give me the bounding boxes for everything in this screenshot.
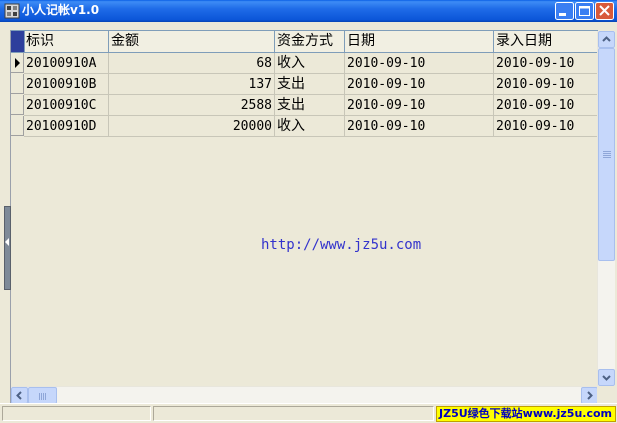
close-button[interactable] xyxy=(595,2,614,20)
minimize-button[interactable] xyxy=(555,2,574,20)
vertical-scroll-thumb[interactable] xyxy=(598,48,615,261)
grip-line xyxy=(603,155,611,156)
table-row[interactable]: 20100910A 68 收入 2010-09-10 2010-09-10 xyxy=(11,53,598,74)
cell-fund-type[interactable]: 收入 xyxy=(275,116,345,137)
site-logo-banner: JZ5U绿色下载站www.jz5u.com xyxy=(436,406,616,422)
row-indicator[interactable] xyxy=(11,74,24,94)
column-header-id[interactable]: 标识 xyxy=(24,31,109,52)
cell-date[interactable]: 2010-09-10 xyxy=(345,116,494,137)
cell-fund-type[interactable]: 收入 xyxy=(275,53,345,74)
row-indicator[interactable] xyxy=(11,95,24,115)
chevron-up-icon xyxy=(602,36,611,42)
scrollbar-corner xyxy=(597,386,614,403)
collapse-left-icon[interactable] xyxy=(5,238,9,246)
cell-entry-date[interactable]: 2010-09-10 xyxy=(494,53,598,74)
cell-amount[interactable]: 2588 xyxy=(109,95,275,116)
grid-header: 标识 金额 资金方式 日期 录入日期 xyxy=(11,31,598,53)
grip-line xyxy=(603,157,611,158)
cell-fund-type[interactable]: 支出 xyxy=(275,95,345,116)
cell-amount[interactable]: 68 xyxy=(109,53,275,74)
horizontal-scroll-thumb[interactable] xyxy=(28,387,57,404)
left-splitter[interactable] xyxy=(0,30,11,403)
status-bar: JZ5U绿色下载站www.jz5u.com xyxy=(0,403,617,423)
vertical-scrollbar[interactable] xyxy=(597,31,615,386)
cell-entry-date[interactable]: 2010-09-10 xyxy=(494,95,598,116)
chevron-right-icon xyxy=(587,391,593,400)
chevron-down-icon xyxy=(602,375,611,381)
scroll-up-button[interactable] xyxy=(598,31,615,48)
app-icon[interactable] xyxy=(4,3,20,19)
cell-date[interactable]: 2010-09-10 xyxy=(345,74,494,95)
header-indicator-cell xyxy=(11,31,25,52)
watermark-url: http://www.jz5u.com xyxy=(261,237,422,253)
row-indicator[interactable] xyxy=(11,116,24,136)
chevron-left-icon xyxy=(16,391,22,400)
grip-line xyxy=(41,393,42,400)
cell-id[interactable]: 20100910C xyxy=(24,95,109,116)
scroll-left-button[interactable] xyxy=(11,387,28,404)
cell-fund-type[interactable]: 支出 xyxy=(275,74,345,95)
window-title: 小人记帐v1.0 xyxy=(22,3,100,17)
row-indicator[interactable] xyxy=(11,53,24,73)
current-row-arrow-icon xyxy=(15,58,20,68)
cell-id[interactable]: 20100910D xyxy=(24,116,109,137)
table-row[interactable]: 20100910D 20000 收入 2010-09-10 2010-09-10 xyxy=(11,116,598,137)
data-grid[interactable]: 标识 金额 资金方式 日期 录入日期 20100910A 68 收入 2010-… xyxy=(11,30,598,387)
status-panel-2 xyxy=(153,406,434,421)
column-header-amount[interactable]: 金额 xyxy=(109,31,275,52)
cell-entry-date[interactable]: 2010-09-10 xyxy=(494,74,598,95)
maximize-button[interactable] xyxy=(575,2,594,20)
column-header-date[interactable]: 日期 xyxy=(345,31,494,52)
cell-id[interactable]: 20100910A xyxy=(24,53,109,74)
grip-line xyxy=(39,393,40,400)
grip-line xyxy=(603,153,611,154)
cell-entry-date[interactable]: 2010-09-10 xyxy=(494,116,598,137)
column-header-entry-date[interactable]: 录入日期 xyxy=(494,31,598,52)
grip-line xyxy=(603,151,611,152)
cell-date[interactable]: 2010-09-10 xyxy=(345,53,494,74)
title-bar[interactable]: 小人记帐v1.0 xyxy=(0,0,617,22)
app-window: 小人记帐v1.0 标识 金额 资金方式 日期 录入日期 20100910A 68… xyxy=(0,0,617,423)
scroll-down-button[interactable] xyxy=(598,369,615,386)
cell-amount[interactable]: 137 xyxy=(109,74,275,95)
column-header-fund-type[interactable]: 资金方式 xyxy=(275,31,345,52)
grip-line xyxy=(43,393,44,400)
grip-line xyxy=(45,393,46,400)
status-panel-1 xyxy=(2,406,151,421)
cell-amount[interactable]: 20000 xyxy=(109,116,275,137)
scroll-right-button[interactable] xyxy=(581,387,598,404)
table-row[interactable]: 20100910C 2588 支出 2010-09-10 2010-09-10 xyxy=(11,95,598,116)
horizontal-scrollbar[interactable] xyxy=(11,386,598,404)
cell-date[interactable]: 2010-09-10 xyxy=(345,95,494,116)
table-row[interactable]: 20100910B 137 支出 2010-09-10 2010-09-10 xyxy=(11,74,598,95)
splitter-handle[interactable] xyxy=(4,206,11,290)
cell-id[interactable]: 20100910B xyxy=(24,74,109,95)
